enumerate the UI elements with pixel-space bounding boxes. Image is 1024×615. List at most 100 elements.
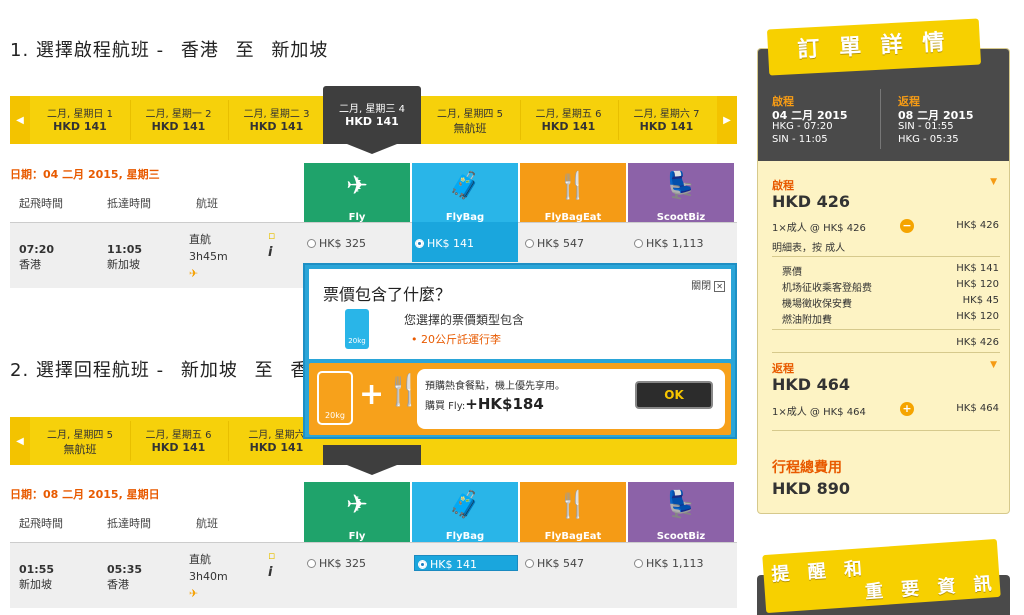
col-depart: 起飛時間 <box>19 197 63 210</box>
depart-line: HKG - 07:20 <box>772 121 833 132</box>
date-option[interactable]: 二月, 星期四 5 無航班 <box>422 100 518 140</box>
out-amount: HK$ 426 <box>956 220 999 231</box>
expand-plus-icon[interactable]: + <box>900 402 914 416</box>
date-option[interactable]: 二月, 星期二 3 HKD 141 <box>228 100 324 140</box>
outbound-title: 1. 選擇啟程航班 - 香港 至 新加坡 <box>10 40 329 61</box>
breakdown-item: 燃油附加費 <box>782 315 832 326</box>
fare-option-scootbiz[interactable]: HK$ 1,113 <box>634 237 703 250</box>
divider <box>772 430 1000 431</box>
divider <box>772 329 1000 330</box>
dep-time: 07:20 香港 <box>19 243 55 271</box>
return-flight-row: 01:55 新加坡 05:35 香港 直航 3h40m ✈ ▫ i <box>10 542 737 608</box>
fare-tab-fly[interactable]: ✈ Fly <box>304 163 410 229</box>
date-option[interactable]: 二月, 星期日 1 HKD 141 <box>32 100 128 140</box>
info-icon[interactable]: i <box>268 245 272 260</box>
breakdown-item: 机场征收乘客登船费 <box>782 283 872 294</box>
prev-dates-arrow-icon[interactable]: ◀ <box>10 417 30 465</box>
chevron-down-icon[interactable]: ▼ <box>990 360 997 370</box>
note-icon[interactable]: ▫ <box>268 229 275 242</box>
seat-icon: 💺 <box>664 490 698 520</box>
grand-total-label: 行程總費用 <box>772 460 842 476</box>
date-option[interactable]: 二月, 星期五 6 HKD 141 <box>520 100 616 140</box>
date-option[interactable]: 二月, 星期五 6 HKD 141 <box>130 421 226 461</box>
flight-info: 直航 3h45m ✈ <box>189 233 228 280</box>
popup-content: 票價包含了什麼？ 關閉 ✕ 20kg 您選擇的票價類型包含 • 20公斤託運行李 <box>309 269 731 359</box>
date-option[interactable]: 二月, 星期六 7 HKD 141 <box>618 100 714 140</box>
fare-info-popup: 票價包含了什麼？ 關閉 ✕ 20kg 您選擇的票價類型包含 • 20公斤託運行李… <box>303 263 737 439</box>
breakdown-amount: HK$ 120 <box>956 279 999 290</box>
fare-option-flybag[interactable]: HK$ 141 <box>412 222 518 262</box>
divider <box>772 256 1000 257</box>
popup-item: • 20公斤託運行李 <box>411 333 501 346</box>
fare-option-flybageat[interactable]: HK$ 547 <box>525 557 584 570</box>
info-icon[interactable]: i <box>268 565 272 580</box>
date-option-selected[interactable]: 二月, 星期三 4 HKD 141 <box>323 86 421 154</box>
grand-total: HKD 890 <box>772 479 851 498</box>
ok-button[interactable]: OK <box>635 381 713 409</box>
breakdown-amount: HK$ 120 <box>956 311 999 322</box>
upsell-text: 預購熱食餐點，機上優先享用。 <box>425 381 565 392</box>
order-summary: 啟程 04 二月 2015 HKG - 07:20 SIN - 11:05 返程… <box>757 48 1010 514</box>
luggage-meal-icon: 🍴 <box>556 171 590 201</box>
close-icon: ✕ <box>714 281 725 292</box>
out-total: HKD 426 <box>772 192 851 211</box>
return-title: 2. 選擇回程航班 - 新加坡 至 香港 <box>10 360 327 381</box>
breakdown-total: HK$ 426 <box>956 337 999 348</box>
collapse-minus-icon[interactable]: − <box>900 219 914 233</box>
fare-option-flybag[interactable]: HK$ 141 <box>414 555 518 571</box>
col-arrive: 抵達時間 <box>107 517 151 530</box>
return-line: SIN - 01:55 <box>898 121 954 132</box>
selected-date-pointer <box>347 465 397 475</box>
popup-desc: 您選擇的票價類型包含 <box>404 313 525 327</box>
col-arrive: 抵達時間 <box>107 197 151 210</box>
plane-small-icon: ✈ <box>189 587 199 600</box>
chevron-down-icon[interactable]: ▼ <box>990 177 997 187</box>
selected-date-tab <box>323 445 421 465</box>
breakdown-item: 票價 <box>782 267 802 278</box>
fare-option-flybageat[interactable]: HK$ 547 <box>525 237 584 250</box>
fare-option-scootbiz[interactable]: HK$ 1,113 <box>634 557 703 570</box>
fare-tab-flybageat[interactable]: 🍴 FlyBagEat <box>520 163 626 229</box>
arr-time: 11:05 新加坡 <box>107 243 143 271</box>
fare-tab-fly[interactable]: ✈ Fly <box>304 482 410 548</box>
outbound-date-label: 日期：04 二月 2015, 星期三 <box>10 168 160 181</box>
flight-info: 直航 3h40m ✈ <box>189 553 228 600</box>
luggage-icon: 20kg <box>345 309 369 349</box>
depart-line: SIN - 11:05 <box>772 134 828 145</box>
ret-pax: 1×成人 @ HK$ 464 <box>772 407 866 418</box>
plane-small-icon: ✈ <box>189 267 199 280</box>
breakdown-item: 機場徵收保安費 <box>782 299 852 310</box>
fare-option-fly[interactable]: HK$ 325 <box>307 237 366 250</box>
ret-total: HKD 464 <box>772 375 851 394</box>
date-option[interactable]: 二月, 星期一 2 HKD 141 <box>130 100 226 140</box>
plus-icon: + <box>359 377 385 412</box>
return-line: HKG - 05:35 <box>898 134 959 145</box>
upsell-box: 預購熱食餐點，機上優先享用。 購買 Fly:+HK$184 OK <box>417 369 725 429</box>
ret-amount: HK$ 464 <box>956 403 999 414</box>
popup-close-button[interactable]: 關閉 ✕ <box>691 277 725 292</box>
breakdown-amount: HK$ 45 <box>962 295 999 306</box>
col-depart: 起飛時間 <box>19 517 63 530</box>
fare-tab-scootbiz[interactable]: 💺 ScootBiz <box>628 163 734 229</box>
note-icon[interactable]: ▫ <box>268 549 275 562</box>
out-section-label: 啟程 <box>772 179 794 192</box>
fare-tab-flybag[interactable]: 🧳 FlyBag <box>412 163 518 229</box>
breakdown-amount: HK$ 141 <box>956 263 999 274</box>
out-pax: 1×成人 @ HK$ 426 <box>772 223 866 234</box>
fare-option-fly[interactable]: HK$ 325 <box>307 557 366 570</box>
fare-tab-flybageat[interactable]: 🍴 FlyBagEat <box>520 482 626 548</box>
dep-time: 01:55 新加坡 <box>19 563 55 591</box>
fare-tab-scootbiz[interactable]: 💺 ScootBiz <box>628 482 734 548</box>
date-option[interactable]: 二月, 星期四 5 無航班 <box>32 421 128 461</box>
fare-tab-flybag[interactable]: 🧳 FlyBag <box>412 482 518 548</box>
plane-icon: ✈ <box>346 171 368 201</box>
luggage-icon: 🧳 <box>448 171 482 201</box>
luggage-icon: 20kg <box>317 371 353 425</box>
col-flight: 航班 <box>196 197 218 210</box>
breakdown-title: 明細表，按 成人 <box>772 243 846 254</box>
ret-section-label: 返程 <box>772 362 794 375</box>
luggage-meal-icon: 🍴 <box>556 490 590 520</box>
prev-dates-arrow-icon[interactable]: ◀ <box>10 96 30 144</box>
next-dates-arrow-icon[interactable]: ▶ <box>717 96 737 144</box>
upsell-price: 購買 Fly:+HK$184 <box>425 395 544 413</box>
